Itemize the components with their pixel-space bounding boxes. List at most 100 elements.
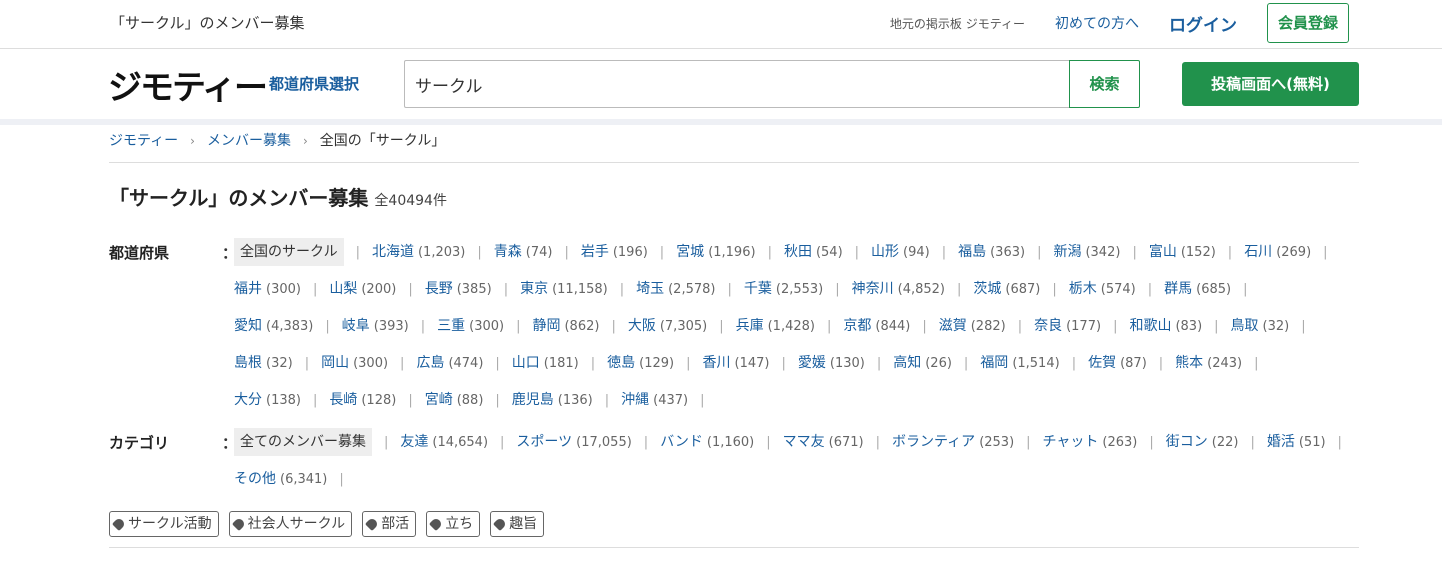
prefecture-item-name[interactable]: 愛知 bbox=[234, 318, 262, 334]
prefecture-item[interactable]: 東京 (11,158) | bbox=[520, 271, 636, 308]
prefecture-item[interactable]: 新潟 (342) | bbox=[1053, 234, 1148, 271]
prefecture-item-name[interactable]: 栃木 bbox=[1069, 281, 1097, 297]
prefecture-item-name[interactable]: 群馬 bbox=[1164, 281, 1192, 297]
prefecture-item-name[interactable]: 京都 bbox=[843, 318, 871, 334]
prefecture-item-name[interactable]: 宮崎 bbox=[425, 392, 453, 408]
prefecture-item-name[interactable]: 山口 bbox=[512, 355, 540, 371]
prefecture-item-name[interactable]: 秋田 bbox=[784, 244, 812, 260]
prefecture-item-name[interactable]: 兵庫 bbox=[736, 318, 764, 334]
prefecture-item[interactable]: 兵庫 (1,428) | bbox=[736, 308, 844, 345]
post-button[interactable]: 投稿画面へ(無料) bbox=[1182, 62, 1359, 106]
prefecture-item[interactable]: 長野 (385) | bbox=[425, 271, 520, 308]
prefecture-item[interactable]: 和歌山 (83) | bbox=[1129, 308, 1230, 345]
prefecture-item[interactable]: 鹿児島 (136) | bbox=[512, 382, 621, 419]
prefecture-item[interactable]: 岐阜 (393) | bbox=[342, 308, 437, 345]
prefecture-item-name[interactable]: 熊本 bbox=[1175, 355, 1203, 371]
prefecture-item[interactable]: 沖縄 (437) | bbox=[621, 382, 716, 419]
prefecture-item[interactable]: 山梨 (200) | bbox=[329, 271, 424, 308]
prefecture-item-name[interactable]: 沖縄 bbox=[621, 392, 649, 408]
prefecture-item[interactable]: 宮城 (1,196) | bbox=[676, 234, 784, 271]
prefecture-item-name[interactable]: 佐賀 bbox=[1088, 355, 1116, 371]
prefecture-item-name[interactable]: 岐阜 bbox=[342, 318, 370, 334]
prefecture-item[interactable]: 徳島 (129) | bbox=[607, 345, 702, 382]
prefecture-item-name[interactable]: 高知 bbox=[893, 355, 921, 371]
register-button[interactable]: 会員登録 bbox=[1266, 3, 1349, 43]
prefecture-item-name[interactable]: 鳥取 bbox=[1231, 318, 1259, 334]
category-item-name[interactable]: 全てのメンバー募集 bbox=[234, 428, 372, 456]
category-item[interactable]: 婚活 (51) | bbox=[1267, 424, 1354, 461]
prefecture-item-name[interactable]: 長野 bbox=[425, 281, 453, 297]
prefecture-item[interactable]: 福島 (363) | bbox=[958, 234, 1053, 271]
tag-chip[interactable]: 立ち bbox=[426, 511, 481, 537]
prefecture-item[interactable]: 山口 (181) | bbox=[512, 345, 607, 382]
prefecture-item[interactable]: 全国のサークル | bbox=[234, 234, 372, 271]
prefecture-item[interactable]: 富山 (152) | bbox=[1149, 234, 1244, 271]
prefecture-item[interactable]: 愛知 (4,383) | bbox=[234, 308, 342, 345]
prefecture-item[interactable]: 石川 (269) | bbox=[1244, 234, 1339, 271]
prefecture-item-name[interactable]: 新潟 bbox=[1053, 244, 1081, 260]
category-item-name[interactable]: ボランティア bbox=[892, 434, 975, 450]
prefecture-item[interactable]: 滋賀 (282) | bbox=[939, 308, 1034, 345]
category-item-name[interactable]: 婚活 bbox=[1267, 434, 1295, 450]
prefecture-item[interactable]: 岡山 (300) | bbox=[321, 345, 416, 382]
category-item[interactable]: その他 (6,341) | bbox=[234, 461, 356, 498]
prefecture-item-name[interactable]: 和歌山 bbox=[1129, 318, 1171, 334]
beginner-guide-link[interactable]: 初めての方へ bbox=[1055, 13, 1139, 33]
prefecture-item[interactable]: 大阪 (7,305) | bbox=[628, 308, 736, 345]
prefecture-item-name[interactable]: 鹿児島 bbox=[512, 392, 554, 408]
prefecture-item[interactable]: 広島 (474) | bbox=[416, 345, 511, 382]
prefecture-item-name[interactable]: 福岡 bbox=[980, 355, 1008, 371]
category-item-name[interactable]: その他 bbox=[234, 471, 276, 487]
prefecture-item-name[interactable]: 長崎 bbox=[329, 392, 357, 408]
prefecture-select-link[interactable]: 都道府県選択 bbox=[269, 73, 359, 94]
prefecture-item[interactable]: 神奈川 (4,852) | bbox=[852, 271, 974, 308]
prefecture-item[interactable]: 京都 (844) | bbox=[843, 308, 938, 345]
prefecture-item[interactable]: 栃木 (574) | bbox=[1069, 271, 1164, 308]
prefecture-item-name[interactable]: 福島 bbox=[958, 244, 986, 260]
prefecture-item-name[interactable]: 岩手 bbox=[581, 244, 609, 260]
prefecture-item-name[interactable]: 青森 bbox=[494, 244, 522, 260]
prefecture-item[interactable]: 千葉 (2,553) | bbox=[744, 271, 852, 308]
category-item-name[interactable]: チャット bbox=[1043, 434, 1099, 450]
prefecture-item[interactable]: 奈良 (177) | bbox=[1034, 308, 1129, 345]
category-item[interactable]: 友達 (14,654) | bbox=[400, 424, 516, 461]
prefecture-item-name[interactable]: 富山 bbox=[1149, 244, 1177, 260]
prefecture-item[interactable]: 岩手 (196) | bbox=[581, 234, 676, 271]
category-item[interactable]: ボランティア (253) | bbox=[892, 424, 1043, 461]
category-item-name[interactable]: ママ友 bbox=[783, 434, 825, 450]
prefecture-item-name[interactable]: 東京 bbox=[520, 281, 548, 297]
prefecture-item-name[interactable]: 奈良 bbox=[1034, 318, 1062, 334]
prefecture-item[interactable]: 秋田 (54) | bbox=[784, 234, 871, 271]
prefecture-item[interactable]: 静岡 (862) | bbox=[532, 308, 627, 345]
search-button[interactable]: 検索 bbox=[1069, 60, 1140, 108]
category-item[interactable]: 全てのメンバー募集 | bbox=[234, 424, 400, 461]
prefecture-item-name[interactable]: 大阪 bbox=[628, 318, 656, 334]
prefecture-item[interactable]: 福井 (300) | bbox=[234, 271, 329, 308]
category-item-name[interactable]: スポーツ bbox=[516, 434, 572, 450]
prefecture-item-name[interactable]: 山形 bbox=[871, 244, 899, 260]
prefecture-item-name[interactable]: 静岡 bbox=[532, 318, 560, 334]
prefecture-item-name[interactable]: 香川 bbox=[703, 355, 731, 371]
prefecture-item-name[interactable]: 千葉 bbox=[744, 281, 772, 297]
prefecture-item[interactable]: 青森 (74) | bbox=[494, 234, 581, 271]
prefecture-item[interactable]: 三重 (300) | bbox=[437, 308, 532, 345]
prefecture-item-name[interactable]: 岡山 bbox=[321, 355, 349, 371]
breadcrumb-member-recruit[interactable]: メンバー募集 bbox=[207, 130, 291, 150]
prefecture-item[interactable]: 島根 (32) | bbox=[234, 345, 321, 382]
category-item-name[interactable]: バンド bbox=[660, 434, 703, 450]
category-item[interactable]: バンド (1,160) | bbox=[660, 424, 782, 461]
prefecture-item[interactable]: 香川 (147) | bbox=[703, 345, 798, 382]
prefecture-item-name[interactable]: 宮城 bbox=[676, 244, 704, 260]
search-input[interactable] bbox=[404, 60, 1090, 108]
prefecture-item[interactable]: 北海道 (1,203) | bbox=[372, 234, 494, 271]
category-item[interactable]: チャット (263) | bbox=[1043, 424, 1166, 461]
prefecture-item-name[interactable]: 神奈川 bbox=[852, 281, 894, 297]
tag-chip[interactable]: 部活 bbox=[362, 511, 417, 537]
prefecture-item[interactable]: 大分 (138) | bbox=[234, 382, 329, 419]
prefecture-item[interactable]: 宮崎 (88) | bbox=[425, 382, 512, 419]
prefecture-item[interactable]: 茨城 (687) | bbox=[973, 271, 1068, 308]
prefecture-item-name[interactable]: 茨城 bbox=[973, 281, 1001, 297]
prefecture-item-name[interactable]: 大分 bbox=[234, 392, 262, 408]
prefecture-item[interactable]: 長崎 (128) | bbox=[329, 382, 424, 419]
prefecture-item[interactable]: 山形 (94) | bbox=[871, 234, 958, 271]
